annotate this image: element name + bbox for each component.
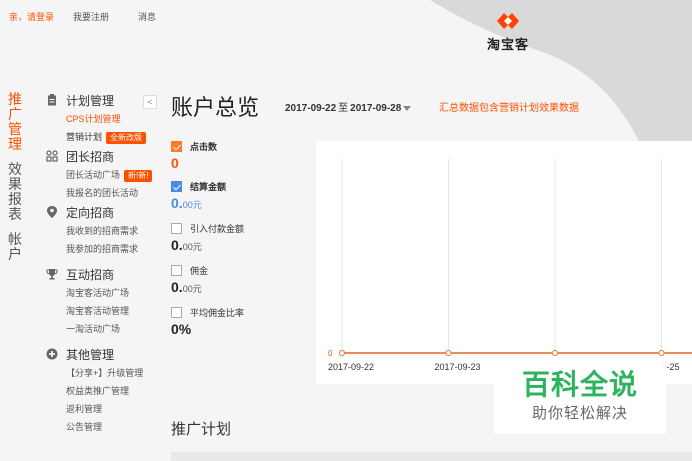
sidebar-item-rights-promotion[interactable]: 权益类推广管理 — [44, 382, 162, 400]
sidebar-group-targeted[interactable]: 定向招商 — [44, 202, 162, 222]
sidebar-item-leader-square[interactable]: 团长活动广场 新!新! — [44, 166, 162, 184]
summary-note: 汇总数据包含营销计划效果数据 — [439, 103, 579, 114]
metric-value: 0.00元 — [171, 278, 311, 298]
metric-number: 0. — [171, 279, 183, 295]
trend-chart-svg: 02017-09-22 2017-09-23 9-25 — [328, 159, 692, 372]
checkbox[interactable] — [171, 222, 182, 234]
data-point — [339, 350, 345, 356]
metric-avg-commission-rate: 平均佣金比率 0% — [171, 304, 311, 338]
metric-value: 0.00元 — [171, 236, 311, 256]
plus-circle-icon — [44, 348, 60, 360]
sidebar-item-marketing-plan[interactable]: 营销计划 全新改版 — [44, 128, 162, 146]
sidebar-item-share-upgrade[interactable]: 【分享+】升级管理 — [44, 364, 162, 382]
chevron-down-icon — [403, 105, 412, 111]
sidebar-item-cps-plan[interactable]: CPS计划管理 — [44, 110, 162, 128]
sidebar-group-title: 团长招商 — [66, 149, 115, 164]
metric-value: 0.00元 — [171, 194, 311, 214]
sidebar-group-title: 定向招商 — [66, 205, 115, 220]
x-tick-label: 2017-09-22 — [328, 362, 374, 372]
collapse-sidebar-button[interactable]: < — [143, 95, 157, 109]
watermark: 百科全说 助你轻松解决 — [494, 362, 666, 434]
data-point — [552, 350, 558, 356]
data-point — [658, 350, 665, 356]
metric-toggle[interactable]: 结算金额 — [171, 178, 311, 194]
date-end: 2017-09-28 — [350, 103, 402, 114]
sidebar: 计划管理 CPS计划管理 营销计划 全新改版 团长招商 团长活动广场 新!新! 我报… — [44, 90, 162, 436]
metric-label: 引入付款金额 — [190, 223, 245, 234]
metric-toggle[interactable]: 点击数 — [171, 138, 311, 154]
sidebar-group-other[interactable]: 其他管理 — [44, 344, 162, 364]
y-tick-label: 0 — [328, 349, 333, 358]
register-link[interactable]: 我要注册 — [73, 10, 109, 23]
clipboard-icon — [44, 94, 60, 106]
main-nav-account[interactable]: 帐户 — [8, 232, 22, 262]
plan-section-title: 推广计划 — [171, 421, 232, 438]
sidebar-item-label: 团长活动广场 — [66, 170, 121, 180]
taobaoke-logo[interactable]: 淘宝客 — [476, 10, 540, 53]
checkbox[interactable] — [171, 306, 182, 318]
date-range-picker[interactable]: 2017-09-22 至 2017-09-28 — [285, 99, 412, 114]
sidebar-item-tbk-activity-manage[interactable]: 淘宝客活动管理 — [44, 302, 162, 320]
metric-number: 0% — [171, 321, 192, 337]
sidebar-group-title: 计划管理 — [66, 93, 115, 108]
new-badge: 全新改版 — [106, 131, 147, 144]
sidebar-group-interactive[interactable]: 互动招商 — [44, 264, 162, 284]
main-nav-reports[interactable]: 效果报表 — [8, 162, 22, 222]
sidebar-item-announcement[interactable]: 公告管理 — [44, 418, 162, 436]
metrics-panel: 点击数 0 结算金额 0.00元 引入付款金额 0.00元 佣金 0.00元 平… — [171, 138, 311, 344]
main-nav-promotion[interactable]: 推广管理 — [8, 92, 22, 152]
metric-unit: 00元 — [182, 284, 202, 294]
metric-value: 0 — [171, 154, 311, 172]
sidebar-group-title: 互动招商 — [66, 267, 115, 282]
watermark-subtitle: 助你轻松解决 — [531, 405, 628, 422]
metric-toggle[interactable]: 平均佣金比率 — [171, 304, 311, 320]
metric-label: 平均佣金比率 — [190, 307, 245, 318]
metric-toggle[interactable]: 引入付款金额 — [171, 220, 311, 236]
metric-commission: 佣金 0.00元 — [171, 262, 311, 298]
sidebar-item-label: 营销计划 — [66, 132, 103, 142]
checkbox[interactable] — [171, 140, 182, 152]
checkbox[interactable] — [171, 180, 182, 192]
sidebar-item-received-requests[interactable]: 我收到的招商需求 — [44, 222, 162, 240]
metric-toggle[interactable]: 佣金 — [171, 262, 311, 278]
sidebar-item-tbk-activity-square[interactable]: 淘宝客活动广场 — [44, 284, 162, 302]
date-start: 2017-09-22 — [285, 103, 337, 114]
watermark-title: 百科全说 — [521, 369, 638, 400]
metric-number: 0 — [171, 155, 179, 171]
metric-label: 佣金 — [190, 265, 209, 276]
page-title: 账户总览 — [171, 95, 260, 120]
metric-paid-amount: 引入付款金额 0.00元 — [171, 220, 311, 256]
plan-table-header — [171, 452, 692, 461]
logo-text: 淘宝客 — [486, 37, 529, 52]
metric-settled-amount: 结算金额 0.00元 — [171, 178, 311, 214]
metric-unit: 00元 — [182, 200, 202, 210]
location-icon — [44, 206, 60, 218]
sidebar-item-my-leader-activities[interactable]: 我报名的团长活动 — [44, 184, 162, 202]
sidebar-group-title: 其他管理 — [66, 347, 115, 362]
taobaoke-logo-icon — [497, 13, 519, 29]
sidebar-group-leader[interactable]: 团长招商 — [44, 146, 162, 166]
metric-number: 0. — [171, 195, 183, 211]
metric-value: 0% — [171, 320, 311, 338]
sidebar-item-joined-requests[interactable]: 我参加的招商需求 — [44, 240, 162, 258]
grid-icon — [44, 150, 60, 162]
metric-unit: 00元 — [182, 242, 202, 252]
date-separator: 至 — [338, 103, 349, 114]
trend-chart: 0 2017-09-22 2017-09-23 9-25 — [316, 141, 692, 384]
checkbox[interactable] — [171, 264, 182, 276]
new-badge: 新!新! — [124, 169, 153, 182]
sidebar-item-etao-activity-square[interactable]: 一淘活动广场 — [44, 320, 162, 338]
metric-label: 点击数 — [190, 141, 218, 152]
trophy-icon — [44, 268, 60, 280]
metric-label: 结算金额 — [190, 181, 227, 192]
metric-number: 0. — [171, 237, 183, 253]
login-link[interactable]: 亲，请登录 — [9, 10, 54, 23]
messages-link[interactable]: 消息 — [138, 10, 156, 23]
metric-clicks: 点击数 0 — [171, 138, 311, 172]
main-nav: 推广管理 效果报表 帐户 — [8, 92, 28, 272]
x-tick-label: 2017-09-23 — [435, 362, 481, 372]
sidebar-item-rebate[interactable]: 返利管理 — [44, 400, 162, 418]
data-point — [445, 350, 452, 356]
